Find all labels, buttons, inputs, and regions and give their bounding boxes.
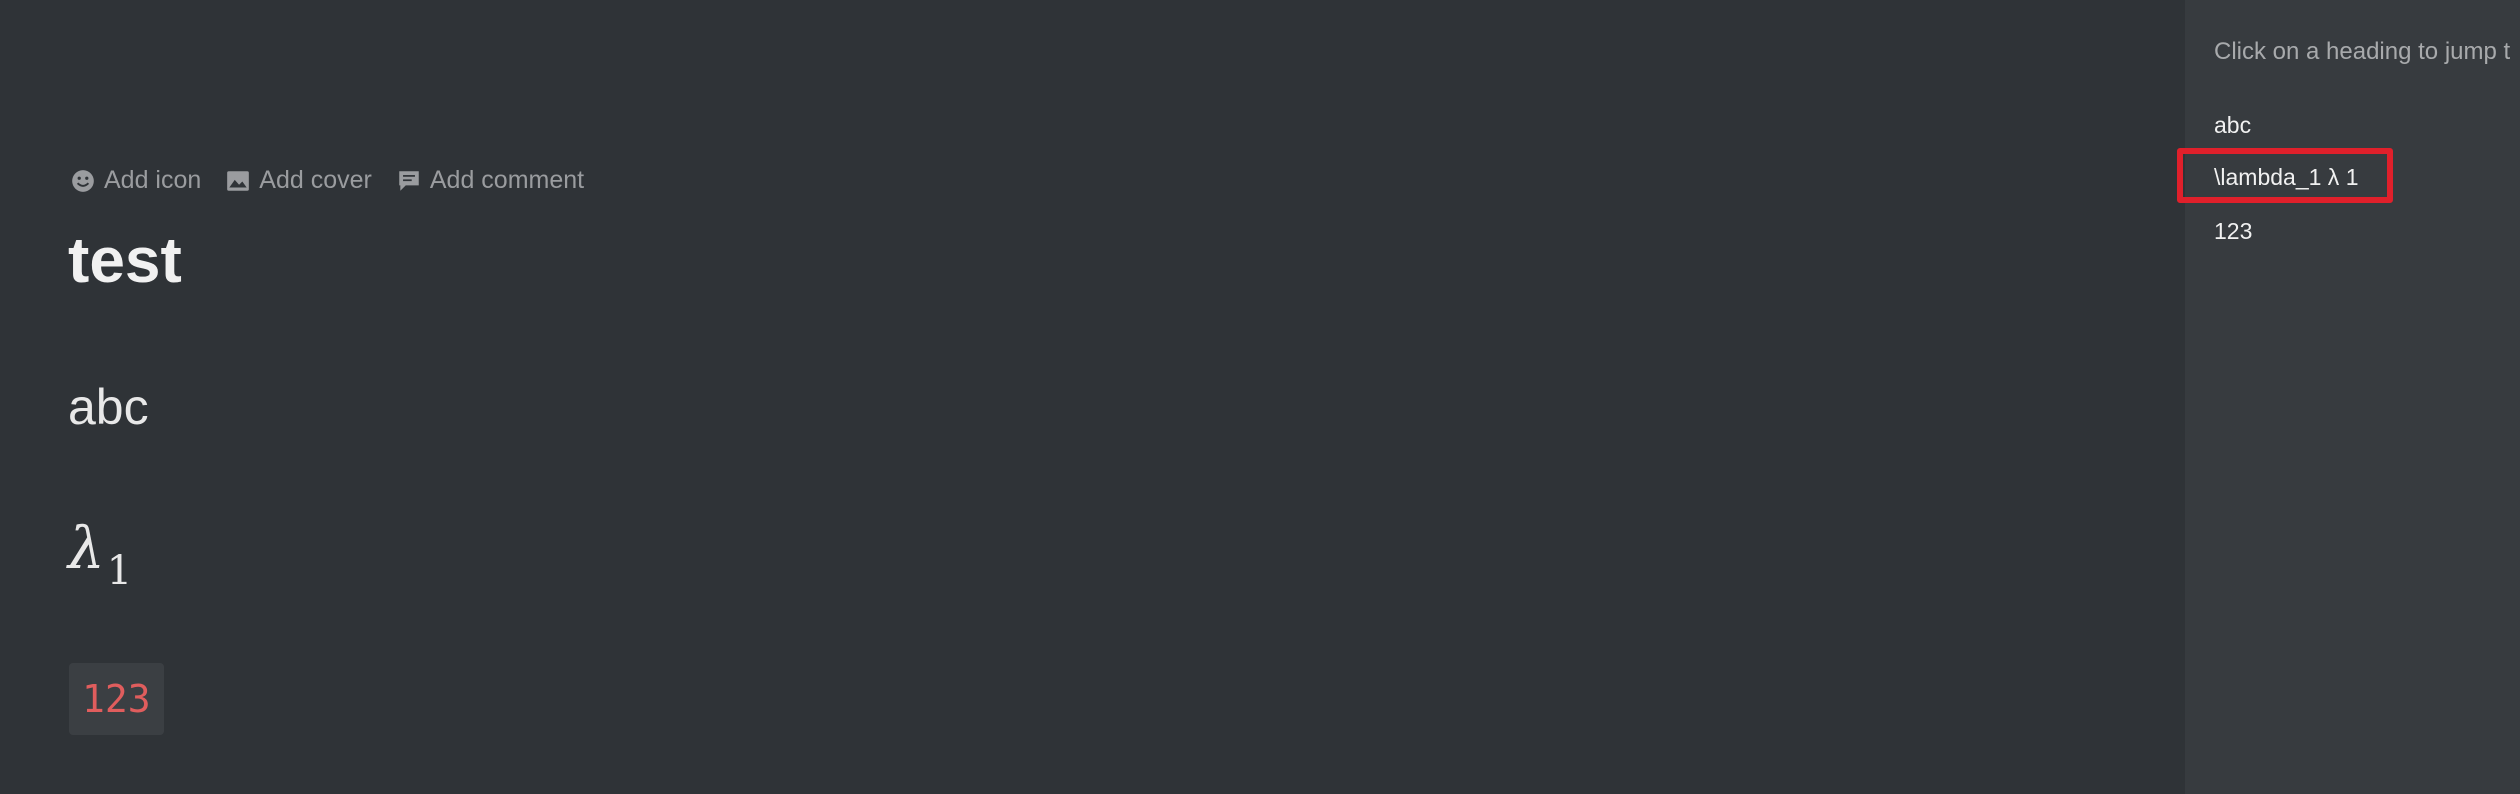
- add-comment-button[interactable]: Add comment: [396, 166, 584, 195]
- heading-abc[interactable]: abc: [68, 374, 149, 440]
- math-symbol: λ: [68, 514, 105, 582]
- math-subscript: 1: [106, 548, 133, 594]
- toc-item-123[interactable]: 123: [2214, 218, 2252, 245]
- heading-inline-code[interactable]: 123: [69, 663, 164, 735]
- add-comment-label: Add comment: [429, 166, 585, 194]
- add-icon-button[interactable]: Add icon: [70, 166, 201, 195]
- heading-lambda-math[interactable]: λ1: [68, 510, 132, 609]
- smiley-icon: [72, 169, 94, 192]
- toc-item-lambda[interactable]: \lambda_1 λ 1: [2214, 164, 2358, 191]
- image-icon: [227, 170, 250, 191]
- add-icon-label: Add icon: [104, 166, 202, 194]
- toc-item-abc[interactable]: abc: [2214, 112, 2251, 139]
- table-of-contents-panel: Click on a heading to jump t abc \lambda…: [2185, 0, 2520, 794]
- add-cover-button[interactable]: Add cover: [225, 166, 372, 195]
- add-cover-label: Add cover: [259, 166, 372, 194]
- editor-pane: Add icon Add cover Add comment test abc: [0, 0, 2185, 794]
- app-window: Add icon Add cover Add comment test abc: [0, 0, 2520, 794]
- page-actions-bar: Add icon Add cover Add comment: [70, 166, 584, 195]
- page-title[interactable]: test: [68, 218, 182, 302]
- comment-icon: [399, 170, 419, 191]
- toc-hint-text: Click on a heading to jump t: [2214, 38, 2511, 65]
